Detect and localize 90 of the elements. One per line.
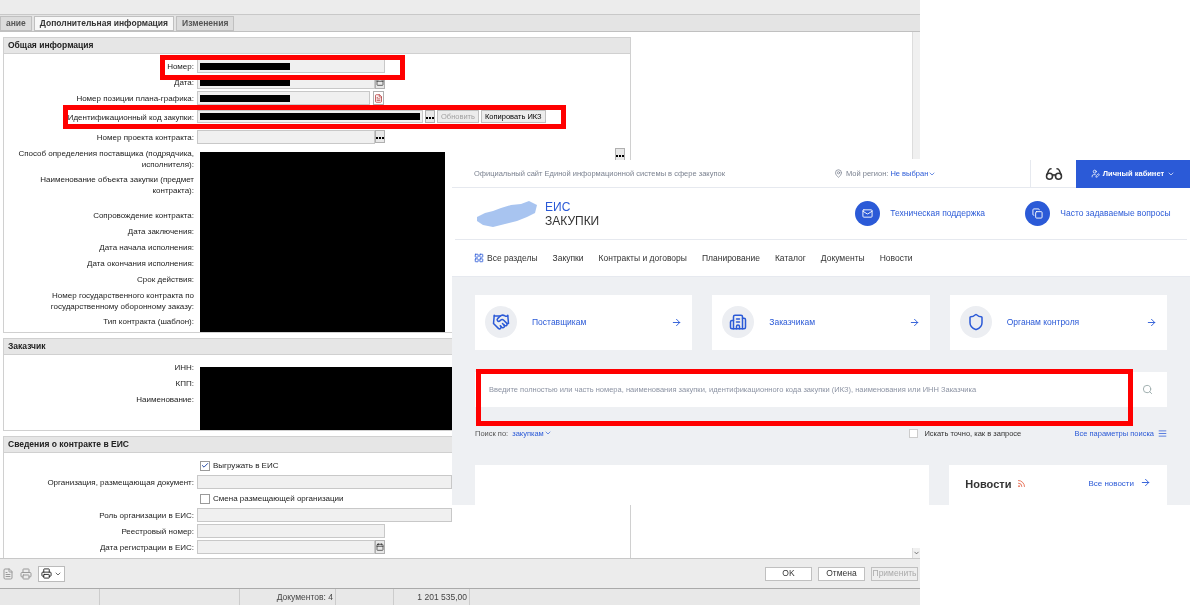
help-link[interactable]: Техническая поддержка xyxy=(890,207,986,220)
map-logo-icon xyxy=(475,198,539,229)
arrow-right-icon xyxy=(1140,477,1151,488)
calendar-icon xyxy=(376,543,384,551)
field-label: КПП: xyxy=(175,379,194,388)
arrow-right-icon xyxy=(1146,316,1157,328)
checkbox-label: Смена размещающей организации xyxy=(213,492,344,505)
nav-link[interactable]: Закупки xyxy=(552,251,584,265)
tab[interactable]: ание xyxy=(0,16,32,31)
field-label: Тип контракта (шаблон): xyxy=(103,317,194,326)
field-label: Наименование: xyxy=(136,395,194,404)
mail-icon xyxy=(862,208,874,220)
calendar-icon xyxy=(376,78,384,86)
nav-link[interactable]: Контракты и договоры xyxy=(598,251,687,265)
logo-subtitle: ЗАКУПКИ xyxy=(545,213,600,228)
more-button[interactable] xyxy=(425,110,435,123)
document-button[interactable] xyxy=(373,91,384,105)
input-field[interactable] xyxy=(197,91,370,105)
search-icon[interactable] xyxy=(1142,383,1153,395)
news-title: Новости xyxy=(965,477,1012,492)
scroll-down-icon xyxy=(913,549,920,557)
status-text: Документов: 4 xyxy=(276,590,333,604)
field-label: Срок действия: xyxy=(137,275,194,284)
audience-label: Заказчикам xyxy=(769,315,816,329)
arrow-right-icon xyxy=(671,316,683,328)
field-label: Сопровождение контракта: xyxy=(93,211,194,220)
rss-icon xyxy=(1017,479,1027,488)
field-label: Наименование объекта закупки (предмет контракта): xyxy=(40,175,194,195)
scrollbar-track[interactable] xyxy=(912,32,920,159)
input-field[interactable] xyxy=(197,130,375,144)
input-field[interactable] xyxy=(197,524,385,538)
calendar-button[interactable] xyxy=(375,540,385,554)
field-label: Номер проекта контракта: xyxy=(96,133,194,142)
logo-title: ЕИС xyxy=(545,199,572,214)
nav-link[interactable]: Планирование xyxy=(701,251,760,265)
nav-link[interactable]: Новости xyxy=(879,251,913,265)
field-label: Дата заключения: xyxy=(127,227,194,236)
field-label: ИНН: xyxy=(174,363,194,372)
printer-icon[interactable] xyxy=(20,567,32,580)
field-label: Способ определения поставщика (подрядчика, исполнителя): xyxy=(18,149,194,169)
nav-link[interactable]: Все разделы xyxy=(474,251,538,265)
help-link[interactable]: Часто задаваемые вопросы xyxy=(1060,207,1171,220)
map-pin-icon xyxy=(834,169,843,178)
audience-label: Органам контроля xyxy=(1006,315,1081,329)
field-label: Номер позиции плана-графика: xyxy=(76,94,194,103)
checkbox[interactable] xyxy=(200,460,210,471)
field-label: Роль организации в ЕИС: xyxy=(99,511,194,520)
more-button[interactable] xyxy=(375,130,385,143)
nav-link[interactable]: Каталог xyxy=(774,251,806,265)
input-field[interactable] xyxy=(197,540,375,554)
field-label: Дата начала исполнения: xyxy=(99,243,194,252)
shield-icon xyxy=(966,313,985,332)
field-label: Идентификационный код закупки: xyxy=(67,113,194,122)
field-label: Организация, размещающая документ: xyxy=(47,478,194,487)
audience-label: Поставщикам xyxy=(532,315,588,329)
building-icon xyxy=(729,313,748,332)
field-label: Номер государственного контракта по государственному оборонному заказу: xyxy=(50,291,194,311)
checkbox[interactable] xyxy=(200,493,210,504)
field-label: Дата окончания исполнения: xyxy=(87,259,194,268)
list-icon xyxy=(1158,428,1167,438)
audience-card[interactable]: Поставщикам xyxy=(475,294,693,350)
status-text: 1 201 535,00 xyxy=(417,590,467,604)
audience-card[interactable]: Заказчикам xyxy=(712,294,930,350)
input-field[interactable] xyxy=(197,475,452,489)
nav-link[interactable]: Документы xyxy=(820,251,865,265)
check-icon xyxy=(201,461,209,470)
field-label: Номер: xyxy=(167,62,194,71)
arrow-right-icon xyxy=(908,316,920,328)
field-label: Реестровый номер: xyxy=(121,527,194,536)
document-icon[interactable] xyxy=(2,567,14,580)
handshake-icon xyxy=(492,313,510,332)
copy-icon xyxy=(1032,208,1044,220)
dialog-button[interactable]: OK xyxy=(765,566,812,581)
printer-icon xyxy=(41,568,52,579)
all-news-link[interactable]: Все новости xyxy=(1088,478,1134,490)
document-icon xyxy=(374,93,383,103)
tab[interactable]: Изменения xyxy=(176,16,235,31)
checkbox[interactable] xyxy=(909,428,919,438)
field-label: Дата регистрации в ЕИС: xyxy=(99,543,194,552)
user-icon xyxy=(1090,169,1100,178)
dialog-button[interactable]: Отмена xyxy=(818,566,865,581)
tab[interactable]: Дополнительная информация xyxy=(33,16,175,31)
print-button[interactable] xyxy=(38,565,65,582)
audience-card[interactable]: Органам контроля xyxy=(949,294,1167,350)
section-header: Общая информация xyxy=(4,38,630,54)
input-field[interactable] xyxy=(197,508,452,522)
scroll-down-button[interactable] xyxy=(912,548,920,558)
checkbox-label: Выгружать в ЕИС xyxy=(213,459,279,472)
grid-icon xyxy=(474,252,484,263)
field-label: Дата: xyxy=(174,78,194,87)
